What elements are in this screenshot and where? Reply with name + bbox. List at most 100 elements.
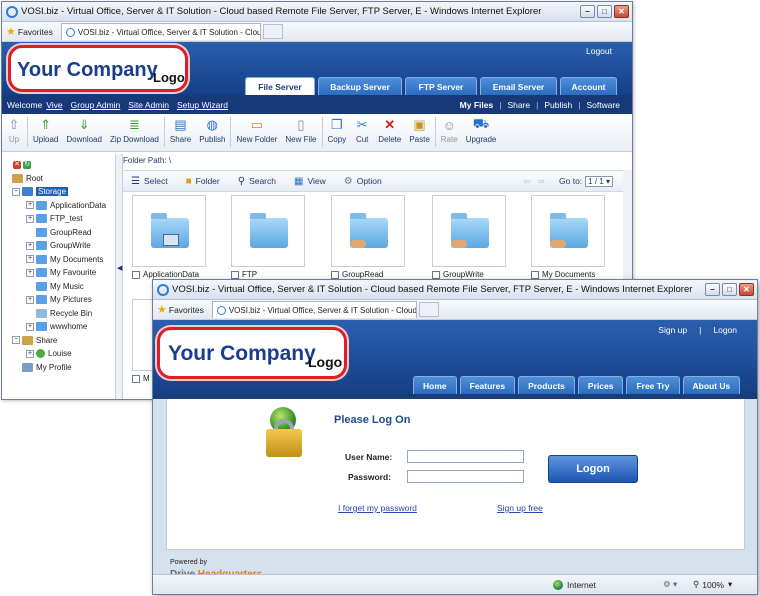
group-admin-link[interactable]: Group Admin — [71, 100, 121, 110]
tab-email-server[interactable]: Email Server — [480, 77, 557, 95]
maximize-button[interactable]: □ — [597, 5, 612, 18]
site-admin-link[interactable]: Site Admin — [128, 100, 169, 110]
tab-features[interactable]: Features — [459, 376, 516, 394]
tab-backup-server[interactable]: Backup Server — [318, 77, 402, 95]
tab-products[interactable]: Products — [518, 376, 575, 394]
collapse-all-icon[interactable]: ✕ — [13, 160, 21, 169]
expander-icon[interactable]: − — [12, 336, 20, 345]
logout-link[interactable]: Logout — [586, 46, 612, 56]
search-button[interactable]: ⚲ Search — [238, 176, 276, 187]
logon-link[interactable]: Logon — [713, 325, 737, 335]
maximize-button[interactable]: □ — [722, 283, 737, 296]
tab-about-us[interactable]: About Us — [682, 376, 741, 394]
setup-wizard-link[interactable]: Setup Wizard — [177, 100, 228, 110]
copy-button[interactable]: ❐ Copy — [324, 117, 351, 144]
browser-tab[interactable]: VOSI.biz - Virtual Office, Server & IT S… — [211, 301, 417, 318]
tree-item-applicationdata[interactable]: + ApplicationData — [2, 199, 115, 213]
folder-thumbnail[interactable] — [531, 195, 605, 267]
download-button[interactable]: ⇓ Download — [62, 117, 106, 144]
tree-item-louise[interactable]: + Louise — [2, 347, 115, 361]
tab-ftp-server[interactable]: FTP Server — [405, 77, 477, 95]
my-files-link[interactable]: My Files — [460, 100, 494, 110]
expander-icon[interactable]: + — [26, 241, 34, 250]
file-item-applicationdata[interactable]: ApplicationData — [132, 195, 206, 279]
tab-file-server[interactable]: File Server — [245, 77, 315, 95]
security-zone[interactable]: Internet — [553, 579, 596, 590]
tab-account[interactable]: Account — [560, 77, 617, 95]
delete-button[interactable]: ✕ Delete — [374, 117, 405, 144]
tab-home[interactable]: Home — [413, 376, 457, 394]
option-button[interactable]: ⚙ Option — [344, 176, 382, 187]
logon-button[interactable]: Logon — [548, 455, 638, 483]
tree-item-share[interactable]: − Share — [2, 334, 115, 348]
username-input[interactable] — [407, 450, 524, 463]
publish-button[interactable]: ◍ Publish — [195, 117, 229, 144]
tree-item-my-documents[interactable]: + My Documents — [2, 253, 115, 267]
folder-thumbnail[interactable] — [432, 195, 506, 267]
new-file-button[interactable]: ▯ New File — [281, 117, 320, 144]
file-item-my-documents[interactable]: My Documents — [531, 195, 605, 279]
publish-link[interactable]: Publish — [544, 100, 572, 110]
tree-item-my-profile[interactable]: My Profile — [2, 361, 115, 375]
forgot-password-link[interactable]: I forget my password — [338, 503, 417, 513]
select-button[interactable]: ☰ Select — [131, 176, 168, 187]
password-input[interactable] — [407, 470, 524, 483]
user-link[interactable]: Vive — [46, 100, 62, 110]
expander-icon[interactable]: + — [26, 214, 34, 223]
rate-button[interactable]: ☺ Rate — [437, 117, 462, 145]
select-checkbox[interactable] — [132, 374, 140, 383]
tree-item-groupwrite[interactable]: + GroupWrite — [2, 239, 115, 253]
protected-mode-icon[interactable]: ⚙ ▾ — [663, 579, 677, 590]
tree-item-my-favourite[interactable]: + My Favourite — [2, 266, 115, 280]
close-button[interactable]: ✕ — [739, 283, 754, 296]
favorites-button[interactable]: Favorites — [18, 27, 53, 37]
page-nav-arrows[interactable]: ⇦ ⇨ — [524, 176, 545, 187]
expander-icon[interactable]: + — [26, 322, 34, 331]
tab-free-try[interactable]: Free Try — [626, 376, 680, 394]
tree-collapse-handle[interactable]: ◀ — [116, 154, 123, 399]
file-item-ftp[interactable]: FTP — [231, 195, 305, 279]
folder-thumbnail[interactable] — [331, 195, 405, 267]
tree-item-my-music[interactable]: My Music — [2, 280, 115, 294]
tree-item-storage[interactable]: − Storage — [2, 185, 115, 199]
company-logo[interactable]: Your Company Logo — [8, 45, 188, 92]
expander-icon[interactable]: + — [26, 268, 34, 277]
browser-tab[interactable]: VOSI.biz - Virtual Office, Server & IT S… — [60, 23, 261, 40]
cut-button[interactable]: ✂ Cut — [350, 117, 374, 144]
share-button[interactable]: ▤ Share — [166, 117, 195, 144]
zoom-control[interactable]: ⚲ 100% ▾ — [693, 579, 732, 590]
refresh-icon[interactable]: ↻ — [23, 160, 31, 169]
folder-thumbnail[interactable] — [132, 195, 206, 267]
tree-item-root[interactable]: Root — [2, 172, 115, 186]
share-link[interactable]: Share — [507, 100, 530, 110]
zip-download-button[interactable]: ≣ Zip Download — [106, 117, 163, 144]
favorites-button[interactable]: Favorites — [169, 305, 204, 315]
upload-button[interactable]: ⇑ Upload — [29, 117, 62, 144]
close-button[interactable]: ✕ — [614, 5, 629, 18]
minimize-button[interactable]: – — [705, 283, 720, 296]
expander-icon[interactable]: + — [26, 201, 34, 210]
minimize-button[interactable]: – — [580, 5, 595, 18]
favorites-star-icon[interactable]: ★ — [157, 303, 167, 316]
new-folder-button[interactable]: ▭ New Folder — [232, 117, 281, 144]
tab-prices[interactable]: Prices — [577, 376, 624, 394]
expander-icon[interactable]: − — [12, 187, 20, 196]
goto-select[interactable]: 1 / 1 ▾ — [585, 175, 613, 187]
new-tab-button[interactable] — [262, 24, 283, 39]
up-button[interactable]: ⇧ Up — [2, 117, 26, 144]
folder-thumbnail[interactable] — [231, 195, 305, 267]
select-checkbox[interactable] — [432, 270, 440, 279]
tree-item-groupread[interactable]: GroupRead — [2, 226, 115, 240]
sign-up-link[interactable]: Sign up — [658, 325, 687, 335]
prev-page-icon[interactable]: ⇦ — [524, 176, 531, 186]
select-checkbox[interactable] — [231, 270, 239, 279]
favorites-star-icon[interactable]: ★ — [6, 25, 16, 38]
file-item-groupread[interactable]: GroupRead — [331, 195, 405, 279]
expander-icon[interactable]: + — [26, 349, 34, 358]
select-checkbox[interactable] — [331, 270, 339, 279]
view-button[interactable]: ▦ View — [294, 176, 326, 187]
software-link[interactable]: Software — [586, 100, 620, 110]
new-tab-button[interactable] — [418, 302, 439, 317]
expander-icon[interactable]: + — [26, 295, 34, 304]
select-checkbox[interactable] — [132, 270, 140, 279]
